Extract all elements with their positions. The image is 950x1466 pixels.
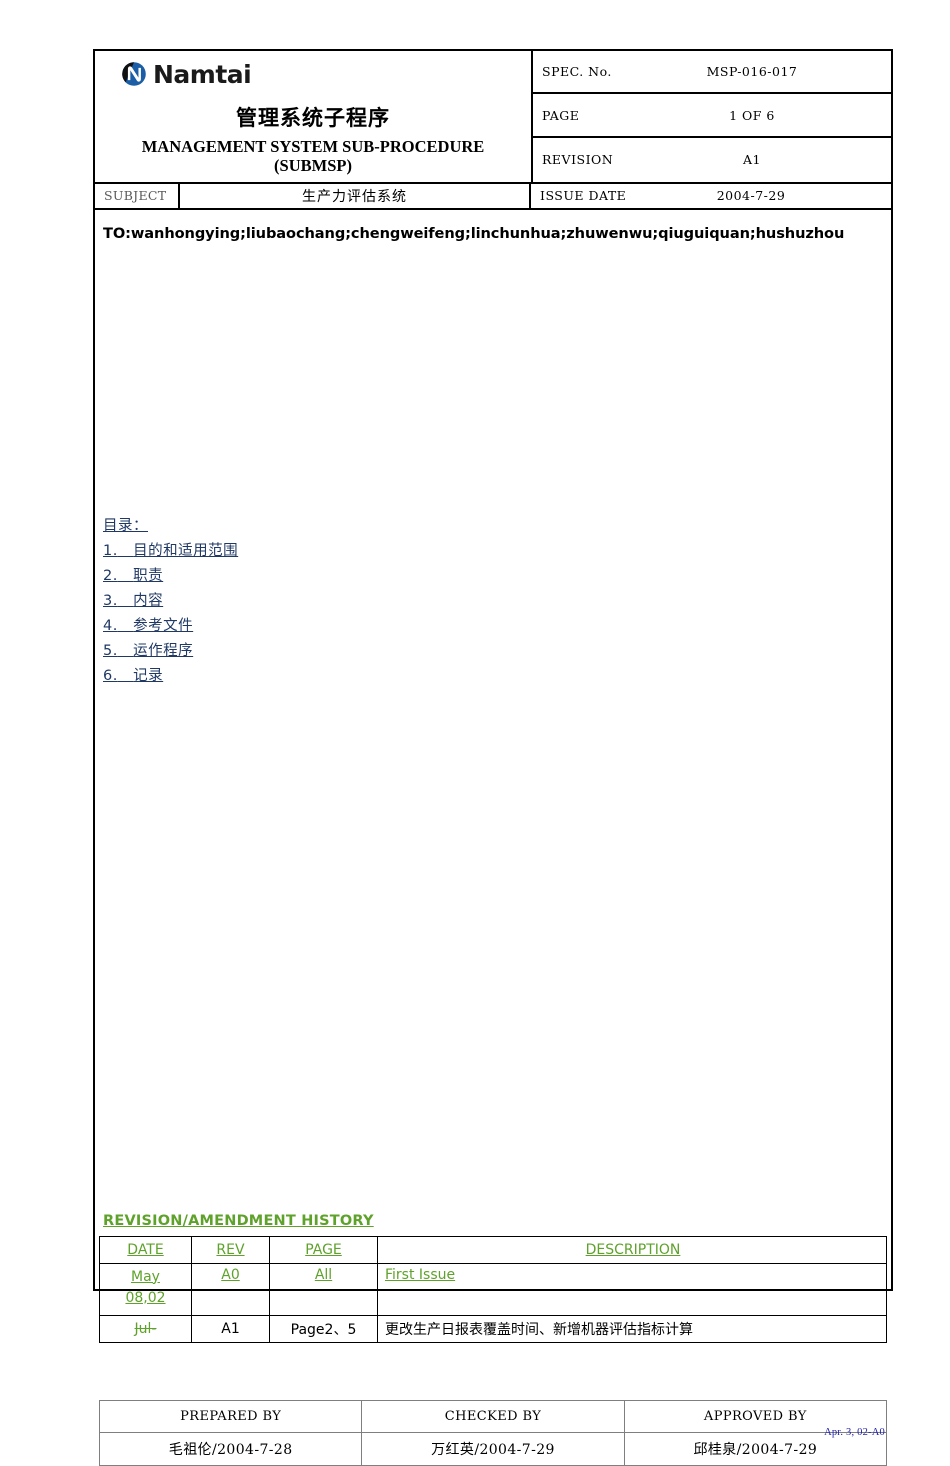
table-of-contents: 目录： 1. 目的和适用范围 2. 职责 3. 内容 4. 参考文件 5. 运作… <box>103 514 238 690</box>
cell-date-a0-line2: 08,02 <box>125 1289 166 1306</box>
toc-item-6-gap <box>118 668 133 684</box>
page-row: PAGE 1 OF 6 <box>533 94 891 138</box>
cell-date-a1-text: Jul- <box>134 1320 157 1337</box>
toc-item-2-gap <box>118 568 133 584</box>
cell-description-a1: 更改生产日报表覆盖时间、新增机器评估指标计算 <box>377 1314 887 1343</box>
toc-item-5[interactable]: 5. 运作程序 <box>103 639 238 664</box>
subject-value: 生产力评估系统 <box>180 183 531 208</box>
signature-header-row: PREPARED BY CHECKED BY APPROVED BY <box>98 1399 888 1433</box>
signature-value-row: 毛祖伦/2004-7-28 万红英/2004-7-29 邱桂泉/2004-7-2… <box>98 1431 888 1466</box>
toc-item-2-label: 职责 <box>133 567 164 584</box>
document-header: Namtai 管理系统子程序 MANAGEMENT SYSTEM SUB-PRO… <box>95 51 891 182</box>
company-logo-text: Namtai <box>153 59 252 89</box>
toc-item-3[interactable]: 3. 内容 <box>103 589 238 614</box>
document-body: TO:wanhongying;liubaochang;chengweifeng;… <box>95 210 891 1466</box>
cell-description-a0-text: First Issue <box>385 1266 456 1283</box>
issue-date-label: ISSUE DATE <box>540 188 627 204</box>
issue-date-value: 2004-7-29 <box>716 188 786 204</box>
column-header-description: DESCRIPTION <box>377 1235 887 1264</box>
revision-label: REVISION <box>542 151 614 167</box>
subject-label: SUBJECT <box>95 183 180 208</box>
revision-history-heading: REVISION/AMENDMENT HISTORY <box>103 1212 374 1229</box>
column-header-rev: REV <box>191 1235 270 1264</box>
subject-row: SUBJECT 生产力评估系统 ISSUE DATE 2004-7-29 <box>95 181 891 210</box>
namtai-circle-n-logo-icon <box>122 62 146 86</box>
toc-item-1[interactable]: 1. 目的和适用范围 <box>103 539 238 564</box>
spec-no-value: MSP-016-017 <box>706 64 798 79</box>
toc-item-1-gap <box>118 543 133 559</box>
page-value: 1 OF 6 <box>729 107 775 123</box>
column-header-page-text: PAGE <box>305 1241 342 1258</box>
column-header-page: PAGE <box>269 1235 378 1264</box>
toc-item-6-label: 记录 <box>133 668 164 685</box>
spec-info-table: SPEC. No. MSP-016-017 PAGE 1 OF 6 REVISI… <box>533 51 891 182</box>
company-logo: Namtai <box>95 51 531 97</box>
toc-item-3-text: 3. <box>103 592 118 609</box>
recipients-line: TO:wanhongying;liubaochang;chengweifeng;… <box>103 224 845 242</box>
checked-by-value: 万红英/2004-7-29 <box>361 1431 625 1466</box>
toc-item-1-text: 1. <box>103 542 118 559</box>
document-title-en-line1: MANAGEMENT SYSTEM SUB-PROCEDURE <box>141 137 485 156</box>
header-title-block: Namtai 管理系统子程序 MANAGEMENT SYSTEM SUB-PRO… <box>95 51 533 182</box>
toc-item-2[interactable]: 2. 职责 <box>103 564 238 589</box>
document-title-en: MANAGEMENT SYSTEM SUB-PROCEDURE (SUBMSP) <box>95 132 531 182</box>
signature-spacer-row <box>99 1369 887 1401</box>
cell-date-a0-line1: May <box>131 1268 160 1285</box>
document-title-cn: 管理系统子程序 <box>236 106 390 130</box>
revision-row: REVISION A1 <box>533 138 891 180</box>
toc-item-4[interactable]: 4. 参考文件 <box>103 614 238 639</box>
toc-item-6[interactable]: 6. 记录 <box>103 664 238 689</box>
table-row: Jul- A1 Page2、5 更改生产日报表覆盖时间、新增机器评估指标计算 <box>99 1314 887 1343</box>
toc-item-3-label: 内容 <box>133 592 164 609</box>
cell-page-a0-text: All <box>314 1266 333 1283</box>
column-header-date-text: DATE <box>127 1241 164 1258</box>
toc-item-2-text: 2. <box>103 567 118 584</box>
form-code: Apr. 3, 02-A0 <box>824 1426 885 1438</box>
column-header-description-text: DESCRIPTION <box>585 1241 681 1258</box>
cell-rev-a0-text: A0 <box>221 1266 240 1283</box>
cell-description-a0: First Issue <box>377 1262 887 1316</box>
column-header-rev-text: REV <box>216 1241 245 1258</box>
page-label: PAGE <box>542 107 580 123</box>
toc-item-5-gap <box>118 643 133 659</box>
toc-item-4-gap <box>118 618 133 634</box>
cell-page-a1: Page2、5 <box>269 1314 378 1343</box>
document-page: Namtai 管理系统子程序 MANAGEMENT SYSTEM SUB-PRO… <box>93 49 893 1466</box>
cell-rev-a0: A0 <box>191 1262 270 1316</box>
cell-date-a1: Jul- <box>99 1314 192 1343</box>
toc-item-4-text: 4. <box>103 617 118 634</box>
checked-by-label: CHECKED BY <box>361 1399 625 1433</box>
toc-item-1-label: 目的和适用范围 <box>133 542 239 559</box>
revision-value: A1 <box>743 151 761 167</box>
cell-page-a0: All <box>269 1262 378 1316</box>
spec-no-row: SPEC. No. MSP-016-017 <box>533 51 891 94</box>
toc-item-4-label: 参考文件 <box>133 617 194 634</box>
prepared-by-value: 毛祖伦/2004-7-28 <box>98 1431 363 1466</box>
toc-item-6-text: 6. <box>103 668 118 685</box>
revision-history-table: DATE REV PAGE DESCRIPTION May 08,02 A0 A… <box>99 1235 887 1343</box>
table-row: May 08,02 A0 All First Issue <box>99 1262 887 1316</box>
toc-item-3-gap <box>118 593 133 609</box>
toc-item-5-label: 运作程序 <box>133 642 194 659</box>
spec-no-label: SPEC. No. <box>542 64 612 79</box>
signature-spacer-cell <box>99 1369 887 1401</box>
column-header-date: DATE <box>99 1235 192 1264</box>
cell-date-a0: May 08,02 <box>99 1262 192 1316</box>
document-title-en-line2: (SUBMSP) <box>274 155 352 175</box>
table-header-row: DATE REV PAGE DESCRIPTION <box>99 1235 887 1264</box>
signature-table: PREPARED BY CHECKED BY APPROVED BY 毛祖伦/2… <box>98 1369 888 1466</box>
toc-item-5-text: 5. <box>103 642 118 659</box>
toc-title: 目录： <box>103 517 148 534</box>
prepared-by-label: PREPARED BY <box>98 1399 363 1433</box>
cell-rev-a1: A1 <box>191 1314 270 1343</box>
